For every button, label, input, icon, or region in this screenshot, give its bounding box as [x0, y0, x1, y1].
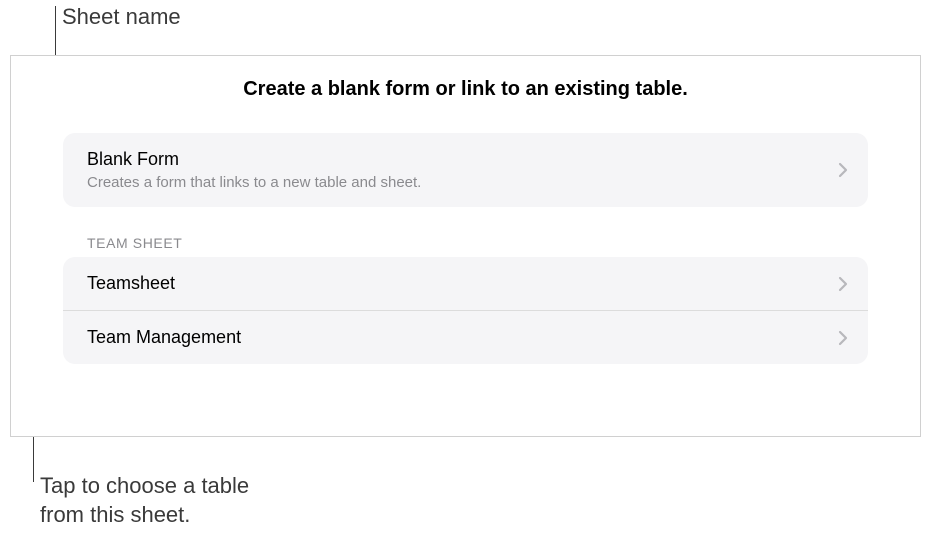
blank-form-row[interactable]: Blank Form Creates a form that links to …: [63, 133, 868, 207]
table-row[interactable]: Teamsheet: [63, 257, 868, 310]
panel-title: Create a blank form or link to an existi…: [11, 78, 920, 101]
blank-form-group: Blank Form Creates a form that links to …: [63, 133, 868, 207]
tables-group: Teamsheet Team Management: [63, 257, 868, 364]
list-item-body: Blank Form Creates a form that links to …: [87, 149, 838, 191]
table-name: Teamsheet: [87, 273, 838, 294]
callout-tap-to-choose: Tap to choose a table from this sheet.: [40, 472, 249, 529]
chevron-right-icon: [838, 330, 848, 346]
callout-line: Tap to choose a table: [40, 472, 249, 501]
table-row[interactable]: Team Management: [63, 310, 868, 364]
form-setup-panel: Create a blank form or link to an existi…: [10, 55, 921, 437]
table-name: Team Management: [87, 327, 838, 348]
callout-sheet-name: Sheet name: [62, 4, 181, 30]
callout-line: from this sheet.: [40, 501, 249, 530]
list-item-body: Team Management: [87, 327, 838, 348]
list-item-body: Teamsheet: [87, 273, 838, 294]
chevron-right-icon: [838, 276, 848, 292]
blank-form-subtitle: Creates a form that links to a new table…: [87, 174, 838, 191]
chevron-right-icon: [838, 162, 848, 178]
sheet-section-header: TEAM SHEET: [87, 235, 868, 251]
blank-form-title: Blank Form: [87, 149, 838, 170]
